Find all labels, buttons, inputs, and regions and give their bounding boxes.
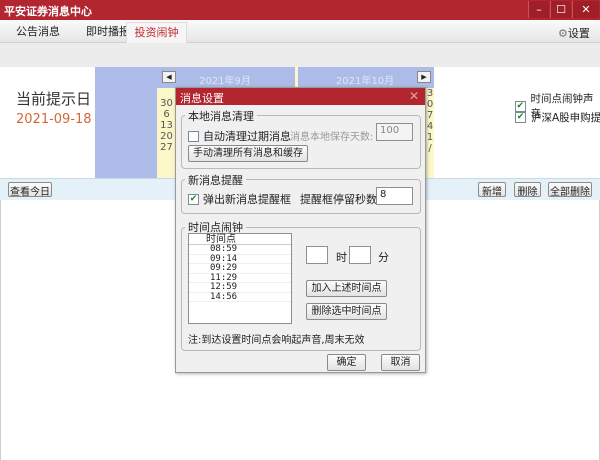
checkbox-unchecked-icon[interactable]: [188, 130, 199, 142]
option-label: 沪深A股申购提醒: [531, 112, 600, 124]
checkbox-checked-icon[interactable]: ✔: [515, 112, 526, 123]
title-bar: 平安证券消息中心: [0, 0, 600, 20]
remove-time-button[interactable]: 删除选中时间点: [306, 303, 387, 320]
next-month-button[interactable]: ▶: [417, 71, 431, 83]
gear-icon: ⚙: [558, 27, 568, 40]
week-number: 30: [160, 98, 173, 109]
hour-label: 时: [336, 251, 347, 264]
window-title: 平安证券消息中心: [4, 5, 92, 18]
minute-label: 分: [378, 251, 389, 264]
maximize-button[interactable]: ☐: [550, 1, 571, 18]
time-row[interactable]: 12:59: [189, 282, 291, 293]
minute-input[interactable]: [349, 246, 371, 264]
time-row[interactable]: 09:14: [189, 254, 291, 264]
time-row[interactable]: 14:56: [189, 292, 291, 302]
dialog-title: 消息设置: [180, 92, 224, 105]
option-ipo-reminder[interactable]: ✔ 沪深A股申购提醒: [515, 110, 600, 125]
week-number: 20: [160, 131, 173, 142]
manual-clean-button[interactable]: 手动清理所有消息和缓存: [188, 145, 308, 162]
delete-all-button[interactable]: 全部删除: [548, 182, 592, 198]
tab-investment-alarm[interactable]: 投资闹钟: [126, 22, 187, 43]
auto-clean-checkbox[interactable]: 自动清理过期消息: [188, 128, 291, 144]
current-date-value: 2021-09-18: [16, 112, 92, 127]
week-number: 13: [160, 120, 173, 131]
week-number: 0: [426, 99, 434, 110]
keep-days-input[interactable]: 100: [376, 123, 413, 141]
popup-checkbox[interactable]: ✔ 弹出新消息提醒框: [188, 191, 291, 207]
week-number: 6: [163, 109, 170, 120]
time-row[interactable]: 09:29: [189, 263, 291, 274]
prev-month-button[interactable]: ◀: [162, 71, 176, 83]
month-label-2: 2021年10月: [335, 76, 395, 87]
settings-label: 设置: [567, 27, 590, 40]
week-number: 7: [426, 110, 434, 121]
add-button[interactable]: 新增: [478, 182, 506, 198]
view-today-button[interactable]: 查看今日: [8, 182, 52, 198]
tab-announcements[interactable]: 公告消息: [8, 22, 68, 43]
dialog-title-bar: 消息设置: [176, 88, 425, 105]
header-strip: [0, 43, 600, 67]
time-column-header[interactable]: 时间点: [189, 234, 291, 245]
stay-seconds-label: 提醒框停留秒数:: [300, 193, 381, 206]
checkbox-label: 弹出新消息提醒框: [203, 193, 291, 206]
checkbox-checked-icon[interactable]: ✔: [188, 193, 199, 205]
cancel-button[interactable]: 取消: [381, 354, 420, 371]
dialog-close-icon[interactable]: ✕: [409, 89, 419, 103]
week-column-1: 30 6 13 20 27: [157, 88, 176, 178]
add-time-button[interactable]: 加入上述时间点: [306, 280, 387, 297]
week-column-2: 3 0 7 4 1/: [426, 88, 434, 178]
time-row[interactable]: 11:29: [189, 273, 291, 283]
checkbox-label: 自动清理过期消息: [203, 130, 291, 143]
week-number: 27: [160, 142, 173, 153]
delete-button[interactable]: 删除: [514, 182, 541, 198]
hour-input[interactable]: [306, 246, 328, 264]
close-button[interactable]: ✕: [572, 1, 599, 18]
week-number: /: [428, 143, 432, 154]
current-date-label: 当前提示日: [16, 90, 92, 108]
week-number: 1: [426, 132, 434, 143]
alarm-note: 注:到达设置时间点会响起声音,周末无效: [188, 335, 365, 346]
time-row[interactable]: 08:59: [189, 244, 291, 255]
minimize-button[interactable]: –: [528, 1, 549, 18]
week-number: 3: [426, 88, 434, 99]
group-title: 本地消息清理: [185, 108, 257, 124]
keep-days-label: 消息本地保存天数:: [290, 132, 374, 143]
time-list[interactable]: 时间点 08:59 09:14 09:29 11:29 12:59 14:56: [188, 233, 292, 324]
ok-button[interactable]: 确定: [327, 354, 366, 371]
settings-dialog: 消息设置 ✕ 本地消息清理 自动清理过期消息 消息本地保存天数: 100 手动清…: [175, 87, 426, 373]
week-number: 4: [426, 121, 434, 132]
month-label-1: 2021年9月: [199, 76, 251, 87]
settings-button[interactable]: ⚙设置: [558, 25, 590, 41]
stay-seconds-input[interactable]: 8: [376, 187, 413, 205]
group-title: 新消息提醒: [185, 172, 246, 188]
